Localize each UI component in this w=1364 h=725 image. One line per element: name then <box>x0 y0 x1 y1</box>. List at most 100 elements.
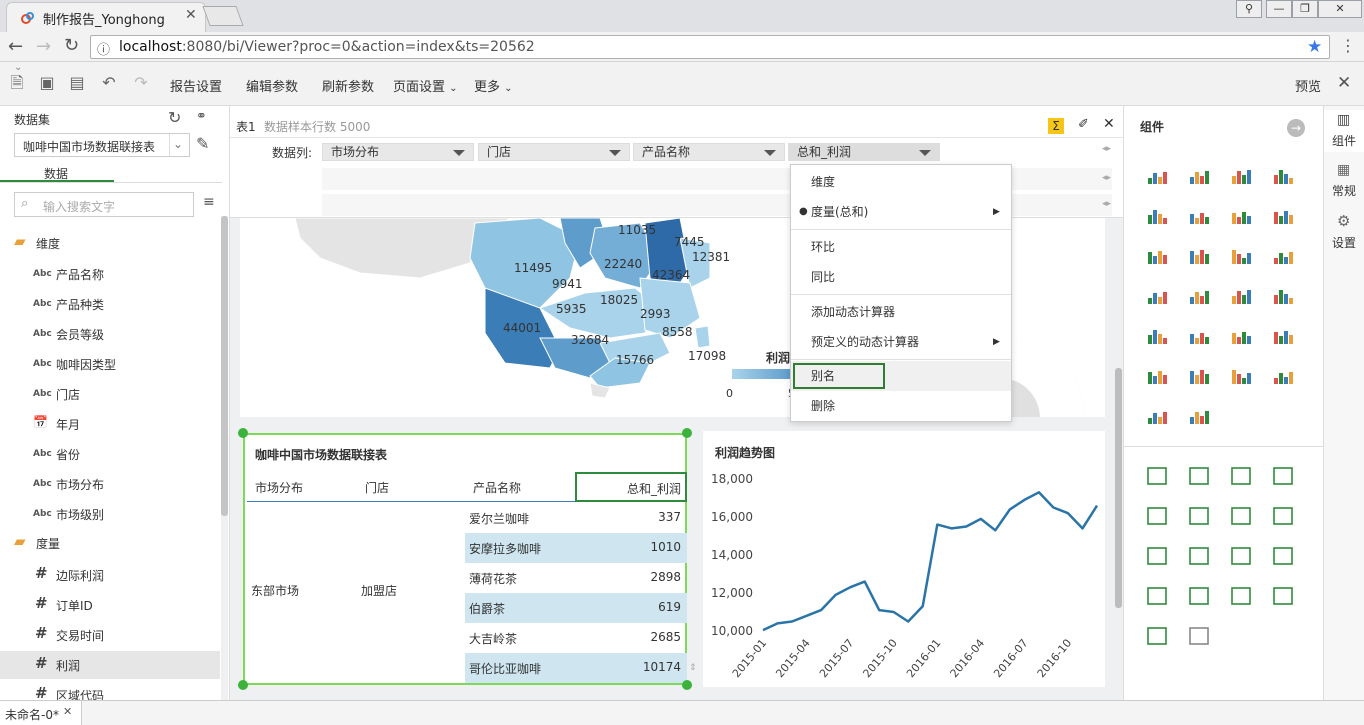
table-row[interactable]: 安摩拉多咖啡 1010 <box>465 533 687 563</box>
browser-menu-icon[interactable]: ⋮ <box>1340 36 1356 55</box>
stacked-bar-alt-icon[interactable] <box>1274 170 1293 184</box>
dots-icon[interactable] <box>1190 291 1209 304</box>
tree-filter-icon[interactable] <box>1189 507 1209 525</box>
flow-icon[interactable] <box>1232 370 1251 384</box>
web-icon[interactable] <box>1273 587 1293 605</box>
pie-chart-alt-icon[interactable] <box>1190 250 1209 264</box>
canvas-scrollbar-thumb[interactable] <box>1115 368 1122 608</box>
list-menu-icon[interactable]: ≡ <box>203 194 215 210</box>
donut-chart-icon[interactable] <box>1232 250 1251 264</box>
left-scrollbar-thumb[interactable] <box>221 216 228 516</box>
table-row[interactable]: 伯爵茶 619 <box>465 593 687 623</box>
nav-general[interactable]: ▦ 常规 <box>1324 158 1364 200</box>
save-icon[interactable]: ▣ <box>38 74 56 92</box>
edit-dataset-icon[interactable]: ✎ <box>196 134 209 153</box>
menu-item-predefined-calc[interactable]: 预定义的动态计算器 ▶ <box>791 327 1011 357</box>
wordcloud-icon[interactable] <box>1274 290 1293 304</box>
menu-item-yoy[interactable]: 同比 <box>791 262 1011 292</box>
network-icon[interactable] <box>1190 411 1209 424</box>
tab-icon[interactable] <box>1189 627 1209 645</box>
resize-handle[interactable] <box>238 680 248 690</box>
join-icon[interactable]: ⚭ <box>196 109 207 124</box>
table-row[interactable]: 薄荷花茶 2898 <box>465 563 687 593</box>
line-chart-icon[interactable] <box>1148 210 1167 224</box>
new-tab-button[interactable] <box>202 6 244 26</box>
header-profit-cell[interactable]: 总和_利润 <box>575 472 687 502</box>
sum-icon[interactable]: Σ <box>1048 118 1064 134</box>
resize-handle[interactable] <box>682 428 692 438</box>
table-row[interactable]: 大吉岭茶 2685 <box>465 623 687 653</box>
table-icon[interactable] <box>1147 467 1167 485</box>
area-chart-icon[interactable] <box>1232 212 1251 224</box>
refresh-params-button[interactable]: 刷新参数 <box>322 76 374 95</box>
url-field[interactable]: ⓘ localhost:8080/bi/Viewer?proc=0&action… <box>90 35 1330 59</box>
dimension-item[interactable]: Abc 产品种类 <box>0 291 220 317</box>
dim-group[interactable]: ▰ 维度 <box>0 231 220 255</box>
bar-chart-icon[interactable] <box>1148 172 1167 184</box>
measure-item[interactable]: # 交易时间 <box>0 621 220 649</box>
dimension-item[interactable]: 📅 年月 <box>0 411 220 437</box>
pie-chart-icon[interactable] <box>1148 251 1167 264</box>
measure-item[interactable]: # 利润 <box>0 651 220 679</box>
dimension-item[interactable]: Abc 会员等级 <box>0 321 220 347</box>
crosstab-component[interactable]: 咖啡中国市场数据联接表 市场分布 门店 产品名称 总和_利润 东部市场 加盟店 … <box>243 433 697 685</box>
column-store-dropdown[interactable]: 门店 <box>478 143 630 161</box>
preview-button[interactable]: 预览 <box>1295 76 1321 95</box>
restore-icon[interactable]: ❐ <box>1292 0 1318 18</box>
heat-grid-icon[interactable] <box>1274 372 1293 384</box>
resize-handle[interactable] <box>682 680 692 690</box>
scatter-icon[interactable] <box>1148 292 1167 304</box>
cell-market[interactable]: 东部市场 <box>251 582 299 599</box>
boxplot-icon[interactable] <box>1274 252 1293 264</box>
radar-icon[interactable] <box>1148 330 1167 344</box>
profit-series-line[interactable] <box>762 491 1099 632</box>
pin-icon[interactable] <box>1190 370 1209 384</box>
scroll-arrows-icon[interactable]: ◂▸ <box>1102 144 1111 154</box>
browser-tab[interactable]: 制作报告_Yonghong ✕ <box>6 2 206 32</box>
text-icon[interactable] <box>1273 467 1293 485</box>
list-filter-icon[interactable] <box>1147 507 1167 525</box>
dimension-item[interactable]: Abc 市场分布 <box>0 471 220 497</box>
text-input-icon[interactable] <box>1231 547 1251 565</box>
bubble-icon[interactable] <box>1232 290 1251 304</box>
table-row[interactable]: 爱尔兰咖啡 337 <box>465 503 687 533</box>
save-as-icon[interactable]: ▤ <box>68 74 86 92</box>
column-product-dropdown[interactable]: 产品名称 <box>633 143 785 161</box>
close-binding-icon[interactable]: ✕ <box>1103 116 1115 132</box>
cell-store[interactable]: 加盟店 <box>361 582 397 599</box>
freestyle-table-icon[interactable] <box>1231 467 1251 485</box>
calendar-icon[interactable] <box>1273 507 1293 525</box>
list-icon[interactable] <box>1147 547 1167 565</box>
combo-chart-icon[interactable] <box>1274 331 1293 344</box>
table-row[interactable]: 哥伦比亚咖啡 10174 <box>465 653 687 683</box>
crosstab-icon[interactable] <box>1189 467 1209 485</box>
collapse-chevron-icon[interactable]: ⌄ <box>14 62 22 73</box>
image-icon[interactable] <box>1189 587 1209 605</box>
menu-item-measure-sum[interactable]: ● 度量(总和) ▶ <box>791 197 1011 227</box>
scroll-icon[interactable]: ⇕ <box>689 663 697 673</box>
measure-group[interactable]: ▰ 度量 <box>0 531 220 555</box>
eraser-icon[interactable]: ✐ <box>1078 117 1089 132</box>
map-shape-icon[interactable] <box>1190 333 1209 344</box>
dataset-select[interactable]: 咖啡中国市场数据联接表 ⌄ <box>14 133 190 157</box>
line-chart-component[interactable]: 利润趋势图 10,000 12,000 14,000 16,000 18,000 2015… <box>703 431 1105 687</box>
slider-icon[interactable] <box>1231 507 1251 525</box>
nav-components[interactable]: ▥ 组件 <box>1324 110 1364 152</box>
header-product[interactable]: 产品名称 <box>473 479 521 496</box>
dimension-item[interactable]: Abc 门店 <box>0 381 220 407</box>
info-icon[interactable]: ⓘ <box>97 39 110 58</box>
combo-box-icon[interactable] <box>1189 547 1209 565</box>
measure-item[interactable]: # 边际利润 <box>0 561 220 589</box>
edit-params-button[interactable]: 编辑参数 <box>246 76 298 95</box>
nav-settings[interactable]: ⚙ 设置 <box>1324 210 1364 252</box>
column-profit-dropdown[interactable]: 总和_利润 <box>788 143 940 161</box>
close-report-tab-icon[interactable]: ✕ <box>63 705 72 718</box>
folder-icon[interactable] <box>1147 587 1167 605</box>
forward-icon[interactable]: → <box>36 36 51 57</box>
more-button[interactable]: 更多 ⌄ <box>474 76 513 95</box>
step-chart-icon[interactable] <box>1232 332 1251 344</box>
page-settings-button[interactable]: 页面设置 ⌄ <box>393 76 458 95</box>
new-report-icon[interactable]: 🗎 <box>8 74 26 92</box>
gauge-icon[interactable] <box>1147 627 1167 645</box>
header-market[interactable]: 市场分布 <box>255 479 303 496</box>
